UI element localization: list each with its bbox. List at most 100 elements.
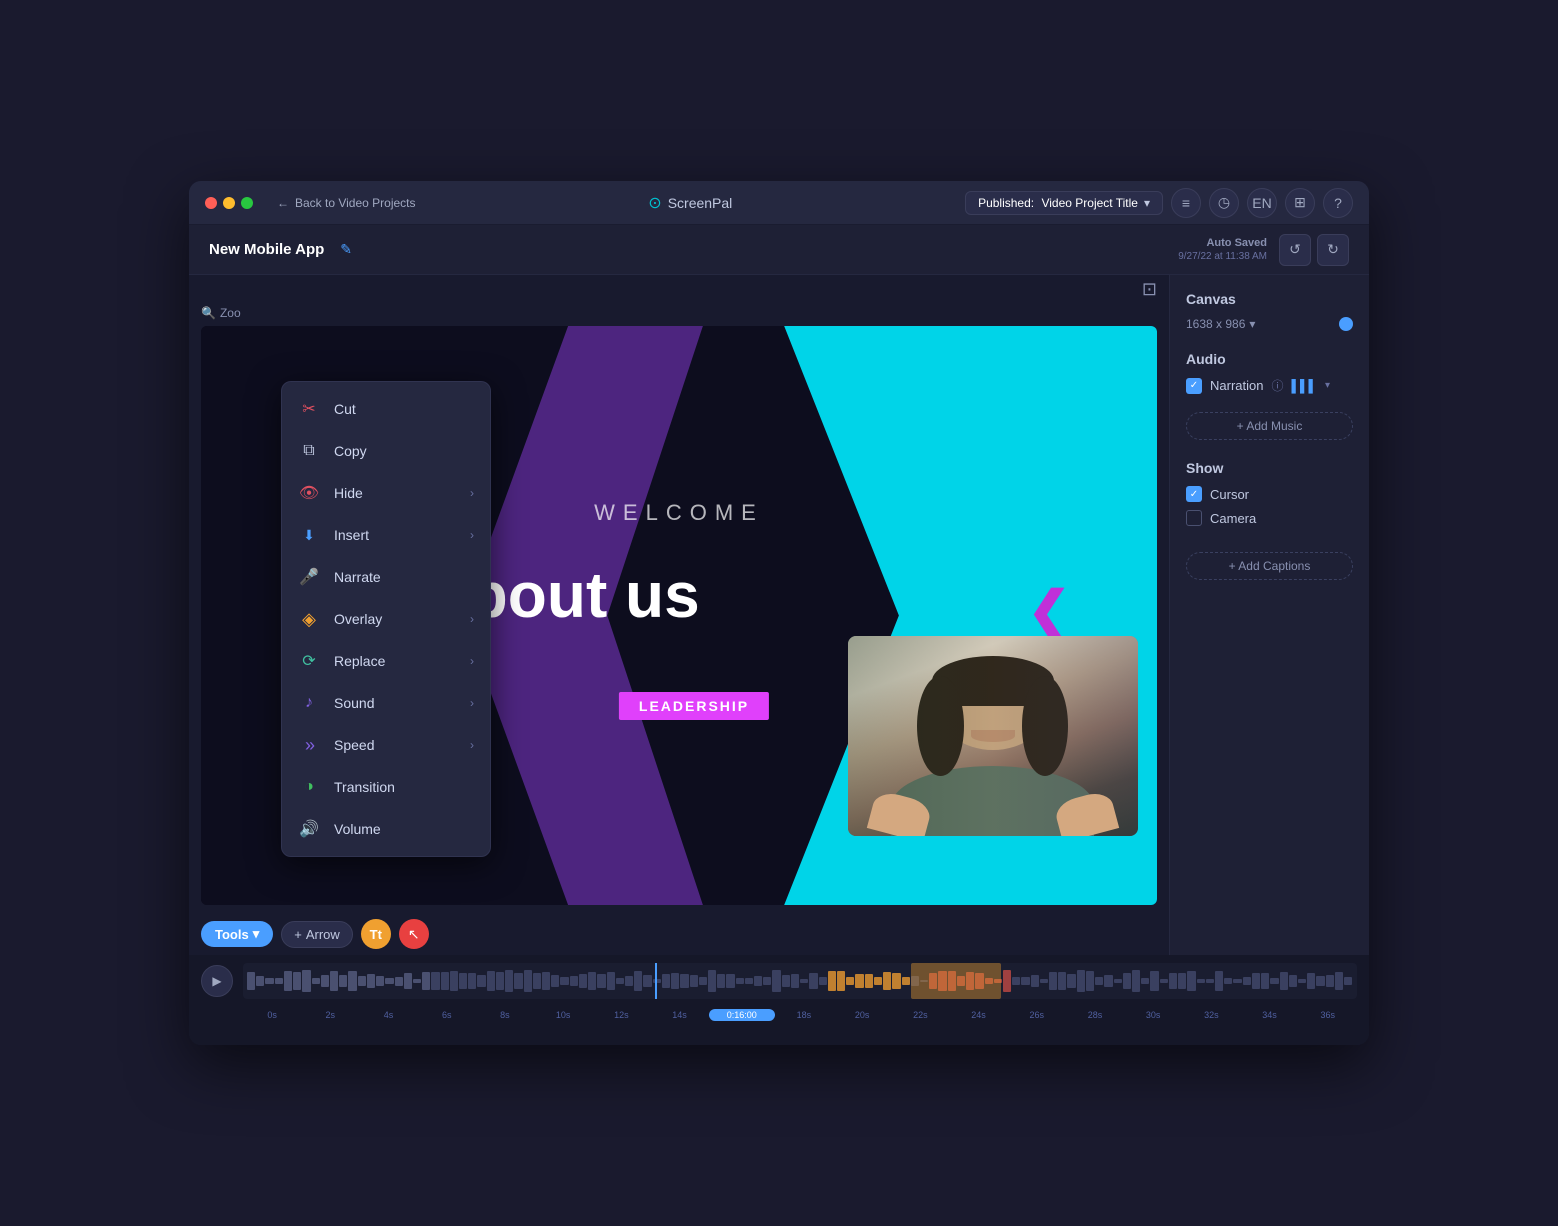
- menu-item-cut[interactable]: ✂ Cut: [282, 388, 490, 430]
- play-button[interactable]: ▶: [201, 965, 233, 997]
- tools-label: Tools: [215, 927, 249, 942]
- add-captions-button[interactable]: + Add Captions: [1186, 552, 1353, 580]
- info-icon[interactable]: ⓘ: [1271, 377, 1283, 394]
- menu-item-hide[interactable]: 👁 Hide ›: [282, 472, 490, 514]
- back-button[interactable]: ← Back to Video Projects: [277, 196, 416, 210]
- hide-arrow-icon: ›: [470, 486, 474, 500]
- add-music-button[interactable]: + Add Music: [1186, 412, 1353, 440]
- camera-row: Camera: [1186, 510, 1353, 526]
- plus-icon: +: [294, 927, 302, 942]
- resolution-chevron-icon: ▾: [1249, 317, 1255, 331]
- clock-icon-button[interactable]: ◷: [1209, 188, 1239, 218]
- narration-label: Narration: [1210, 378, 1263, 393]
- canvas-section: Canvas 1638 x 986 ▾: [1186, 291, 1353, 331]
- canvas-area: ⊡ 🔍 Zoo: [189, 275, 1169, 955]
- cursor-icon: ↖: [408, 926, 420, 943]
- menu-item-replace[interactable]: ⟳ Replace ›: [282, 640, 490, 682]
- toolbar: New Mobile App ✎ Auto Saved 9/27/22 at 1…: [189, 225, 1369, 275]
- menu-item-sound[interactable]: ♪ Sound ›: [282, 682, 490, 724]
- title-bar: ← Back to Video Projects ⊙ ScreenPal Pub…: [189, 181, 1369, 225]
- cursor-row: ✓ Cursor: [1186, 486, 1353, 502]
- app-name: ScreenPal: [668, 195, 733, 211]
- about-us-text: bout us: [469, 558, 700, 632]
- canvas-title: Canvas: [1186, 291, 1353, 307]
- menu-item-insert[interactable]: ⬇ Insert ›: [282, 514, 490, 556]
- help-icon-button[interactable]: ?: [1323, 188, 1353, 218]
- zoom-control[interactable]: 🔍 Zoo: [201, 306, 241, 320]
- add-music-label: + Add Music: [1237, 419, 1303, 433]
- project-title: New Mobile App: [209, 241, 324, 258]
- published-label: Published: Video Project Title: [978, 196, 1138, 210]
- auto-saved-info: Auto Saved 9/27/22 at 11:38 AM: [1178, 236, 1267, 263]
- camera-label: Camera: [1210, 511, 1256, 526]
- layers-icon-button[interactable]: ≡: [1171, 188, 1201, 218]
- tick-32s: 32s: [1182, 1010, 1240, 1020]
- title-bar-right: Published: Video Project Title ▾ ≡ ◷ EN …: [965, 188, 1353, 218]
- language-button[interactable]: EN: [1247, 188, 1277, 218]
- speed-arrow-icon: ›: [470, 738, 474, 752]
- menu-item-copy[interactable]: ⧉ Copy: [282, 430, 490, 472]
- narration-checkbox[interactable]: ✓: [1186, 378, 1202, 394]
- timeline-track[interactable]: [243, 963, 1357, 999]
- cursor-tool-button[interactable]: ↖: [399, 919, 429, 949]
- overlay-icon: ◈: [298, 608, 320, 630]
- replace-arrow-icon: ›: [470, 654, 474, 668]
- toolbar-right: Auto Saved 9/27/22 at 11:38 AM ↺ ↻: [1178, 234, 1349, 266]
- menu-item-volume[interactable]: 🔊 Volume: [282, 808, 490, 850]
- menu-item-transition[interactable]: ◑ Transition: [282, 766, 490, 808]
- tick-28s: 28s: [1066, 1010, 1124, 1020]
- canvas-resolution[interactable]: 1638 x 986 ▾: [1186, 317, 1255, 331]
- arrow-button[interactable]: + Arrow: [281, 921, 353, 948]
- timeline-area: ▶ 0s 2s 4s 6s 8s 10s 12s 14s 0:16:00 18s…: [189, 955, 1369, 1045]
- edit-title-icon[interactable]: ✎: [340, 241, 352, 258]
- tick-34s: 34s: [1240, 1010, 1298, 1020]
- menu-item-speed[interactable]: » Speed ›: [282, 724, 490, 766]
- copy-icon: ⧉: [298, 440, 320, 462]
- narration-row: ✓ Narration ⓘ ▌▌▌ ▾: [1186, 377, 1353, 394]
- chevron-icon: ❮: [1027, 581, 1071, 641]
- screenshot-icon[interactable]: ⊡: [1142, 279, 1157, 300]
- play-icon: ▶: [212, 974, 221, 988]
- tt-label: Tt: [370, 927, 382, 942]
- tick-0s: 0s: [243, 1010, 301, 1020]
- welcome-text: WELCOME: [594, 500, 764, 526]
- canvas-top-bar: 🔍 Zoo: [189, 300, 1169, 326]
- tick-26s: 26s: [1008, 1010, 1066, 1020]
- audio-section: Audio ✓ Narration ⓘ ▌▌▌ ▾ + Add Music: [1186, 351, 1353, 440]
- timeline-ruler: 0s 2s 4s 6s 8s 10s 12s 14s 0:16:00 18s 2…: [189, 1007, 1369, 1023]
- cursor-label: Cursor: [1210, 487, 1249, 502]
- menu-item-overlay[interactable]: ◈ Overlay ›: [282, 598, 490, 640]
- narration-chevron-icon[interactable]: ▾: [1325, 380, 1330, 391]
- stack-icon-button[interactable]: ⊞: [1285, 188, 1315, 218]
- canvas-color-dot[interactable]: [1339, 317, 1353, 331]
- timeline-waveform: [243, 963, 1357, 999]
- redo-button[interactable]: ↻: [1317, 234, 1349, 266]
- zoom-label: Zoo: [220, 306, 241, 320]
- sound-arrow-icon: ›: [470, 696, 474, 710]
- tick-36s: 36s: [1299, 1010, 1357, 1020]
- publish-button[interactable]: Published: Video Project Title ▾: [965, 191, 1163, 215]
- close-button[interactable]: [205, 197, 217, 209]
- tick-4s: 4s: [359, 1010, 417, 1020]
- cut-icon: ✂: [298, 398, 320, 420]
- tick-12s: 12s: [592, 1010, 650, 1020]
- person-bg: [848, 636, 1138, 836]
- tools-button[interactable]: Tools ▾: [201, 921, 273, 947]
- menu-item-narrate[interactable]: 🎤 Narrate: [282, 556, 490, 598]
- timeline-playhead[interactable]: [655, 963, 657, 999]
- minimize-button[interactable]: [223, 197, 235, 209]
- video-canvas: WELCOME bout us LEADERSHIP ❮: [201, 326, 1157, 905]
- sound-label: Sound: [334, 695, 456, 711]
- camera-preview: [848, 636, 1138, 836]
- timeline-controls: ▶: [189, 955, 1369, 1007]
- camera-checkbox[interactable]: [1186, 510, 1202, 526]
- tick-current[interactable]: 0:16:00: [709, 1009, 775, 1021]
- traffic-lights: [205, 197, 253, 209]
- maximize-button[interactable]: [241, 197, 253, 209]
- hide-label: Hide: [334, 485, 456, 501]
- tick-10s: 10s: [534, 1010, 592, 1020]
- cursor-checkbox[interactable]: ✓: [1186, 486, 1202, 502]
- text-tool-button[interactable]: Tt: [361, 919, 391, 949]
- audio-bars-icon: ▌▌▌: [1291, 379, 1317, 393]
- undo-button[interactable]: ↺: [1279, 234, 1311, 266]
